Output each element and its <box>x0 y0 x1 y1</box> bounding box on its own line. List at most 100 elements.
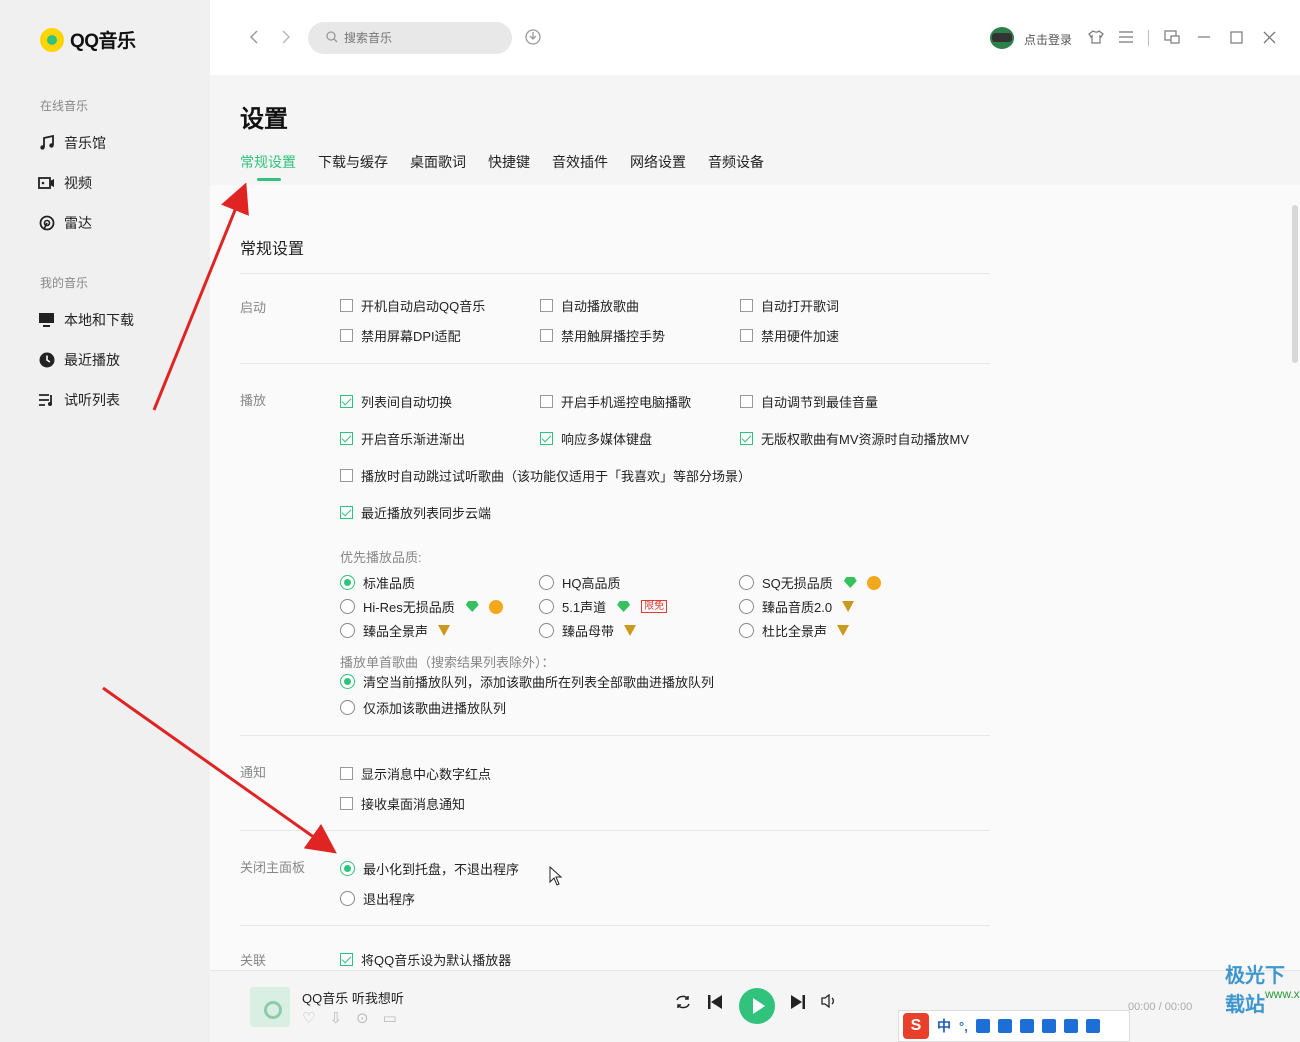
checkbox[interactable] <box>740 432 753 445</box>
option-auto-lyrics[interactable]: 自动打开歌词 <box>740 296 839 315</box>
ime-language[interactable]: 中 <box>937 1016 951 1036</box>
like-icon[interactable]: ♡ <box>302 1009 315 1027</box>
sidebar-item-playlist[interactable]: 试听列表 <box>38 390 120 410</box>
option-phone-remote[interactable]: 开启手机遥控电脑播歌 <box>540 392 691 411</box>
skin-icon[interactable] <box>1019 1019 1034 1033</box>
game-icon[interactable] <box>1041 1019 1056 1033</box>
sidebar-item-radar[interactable]: 雷达 <box>38 213 92 233</box>
option-disable-hw[interactable]: 禁用硬件加速 <box>740 326 839 345</box>
checkbox[interactable] <box>340 953 353 966</box>
radio[interactable] <box>340 891 355 906</box>
sogou-icon[interactable]: S <box>903 1013 929 1039</box>
comment-icon[interactable]: ▭ <box>383 1009 397 1027</box>
avatar[interactable] <box>990 27 1014 49</box>
previous-icon[interactable] <box>707 994 723 1010</box>
option-fade[interactable]: 开启音乐渐进渐出 <box>340 429 465 448</box>
checkbox[interactable] <box>340 797 353 810</box>
sidebar-item-video[interactable]: 视频 <box>38 173 92 193</box>
option-red-dot[interactable]: 显示消息中心数字红点 <box>340 764 491 783</box>
checkbox[interactable] <box>340 395 353 408</box>
mic-icon[interactable] <box>975 1019 990 1033</box>
radio[interactable] <box>539 599 554 614</box>
sidebar-item-recent[interactable]: 最近播放 <box>38 350 120 370</box>
tab-audio-device[interactable]: 音频设备 <box>708 152 764 172</box>
checkbox[interactable] <box>340 469 353 482</box>
apps-icon[interactable] <box>1063 1019 1078 1033</box>
checkbox[interactable] <box>540 395 553 408</box>
quality-master-2[interactable]: 臻品音质2.0 <box>739 597 855 616</box>
quality-5-1[interactable]: 5.1声道 限免 <box>539 597 668 616</box>
checkbox[interactable] <box>740 329 753 342</box>
app-logo[interactable]: QQ音乐 <box>40 26 136 53</box>
option-disable-touch[interactable]: 禁用触屏播控手势 <box>540 326 665 345</box>
radio[interactable] <box>539 623 554 638</box>
album-cover[interactable] <box>250 987 290 1027</box>
checkbox[interactable] <box>740 299 753 312</box>
checkbox[interactable] <box>340 432 353 445</box>
checkbox[interactable] <box>340 329 353 342</box>
quality-hires[interactable]: Hi-Res无损品质 <box>340 597 503 616</box>
radio[interactable] <box>340 623 355 638</box>
minimize-icon[interactable] <box>1194 27 1214 47</box>
option-disable-dpi[interactable]: 禁用屏幕DPI适配 <box>340 326 461 345</box>
quality-dolby[interactable]: 杜比全景声 <box>739 621 850 640</box>
ime-toolbar[interactable]: S 中 °, <box>898 1010 1130 1042</box>
back-icon[interactable] <box>244 27 264 47</box>
radio[interactable] <box>340 700 355 715</box>
option-media-keys[interactable]: 响应多媒体键盘 <box>540 429 652 448</box>
checkbox[interactable] <box>340 506 353 519</box>
quality-master-tape[interactable]: 臻品母带 <box>539 621 637 640</box>
checkbox[interactable] <box>740 395 753 408</box>
checkbox[interactable] <box>540 299 553 312</box>
forward-icon[interactable] <box>276 27 296 47</box>
login-link[interactable]: 点击登录 <box>1024 31 1072 48</box>
radio[interactable] <box>739 623 754 638</box>
option-list-switch[interactable]: 列表间自动切换 <box>340 392 452 411</box>
checkbox[interactable] <box>540 329 553 342</box>
loop-mode-icon[interactable] <box>674 994 692 1010</box>
radio[interactable] <box>539 575 554 590</box>
radio[interactable] <box>340 575 355 590</box>
close-minimize-tray[interactable]: 最小化到托盘，不退出程序 <box>340 859 519 878</box>
radio[interactable] <box>340 861 355 876</box>
tab-desktop-lyrics[interactable]: 桌面歌词 <box>410 152 466 172</box>
skin-icon[interactable] <box>1086 27 1106 47</box>
search-box[interactable] <box>308 22 512 54</box>
more-icon[interactable]: ⊙ <box>356 1009 369 1027</box>
radio[interactable] <box>340 599 355 614</box>
menu-icon[interactable] <box>1116 27 1136 47</box>
tab-download[interactable]: 下载与缓存 <box>318 152 388 172</box>
sidebar-item-music-hall[interactable]: 音乐馆 <box>38 133 106 153</box>
tab-general[interactable]: 常规设置 <box>240 152 296 181</box>
sidebar-item-local[interactable]: 本地和下载 <box>38 310 134 330</box>
volume-icon[interactable] <box>821 994 837 1008</box>
close-icon[interactable] <box>1259 27 1279 47</box>
option-autoplay[interactable]: 自动播放歌曲 <box>540 296 639 315</box>
option-auto-mv[interactable]: 无版权歌曲有MV资源时自动播放MV <box>740 429 969 448</box>
tab-network[interactable]: 网络设置 <box>630 152 686 172</box>
option-auto-volume[interactable]: 自动调节到最佳音量 <box>740 392 878 411</box>
settings-icon[interactable] <box>1085 1019 1100 1033</box>
quality-atmos[interactable]: 臻品全景声 <box>340 621 451 640</box>
search-input[interactable] <box>344 31 494 45</box>
option-desktop-notify[interactable]: 接收桌面消息通知 <box>340 794 465 813</box>
scrollbar[interactable] <box>1292 205 1298 363</box>
option-skip-preview[interactable]: 播放时自动跳过试听歌曲（该功能仅适用于「我喜欢」等部分场景） <box>340 466 751 485</box>
checkbox[interactable] <box>340 767 353 780</box>
option-autostart[interactable]: 开机自动启动QQ音乐 <box>340 296 485 315</box>
checkbox[interactable] <box>340 299 353 312</box>
tab-audio-plugins[interactable]: 音效插件 <box>552 152 608 172</box>
quality-sq[interactable]: SQ无损品质 <box>739 573 881 592</box>
next-icon[interactable] <box>790 994 806 1010</box>
voice-search-icon[interactable] <box>524 28 542 46</box>
quality-hq[interactable]: HQ高品质 <box>539 573 621 592</box>
option-default-player[interactable]: 将QQ音乐设为默认播放器 <box>340 950 511 969</box>
tab-hotkeys[interactable]: 快捷键 <box>488 152 530 172</box>
maximize-icon[interactable] <box>1226 27 1246 47</box>
punctuation-icon[interactable]: °, <box>959 1019 968 1034</box>
option-sync-recent[interactable]: 最近播放列表同步云端 <box>340 503 491 522</box>
play-button[interactable] <box>739 988 775 1024</box>
radio[interactable] <box>340 674 355 689</box>
quality-standard[interactable]: 标准品质 <box>340 573 415 592</box>
keyboard-icon[interactable] <box>997 1019 1012 1033</box>
